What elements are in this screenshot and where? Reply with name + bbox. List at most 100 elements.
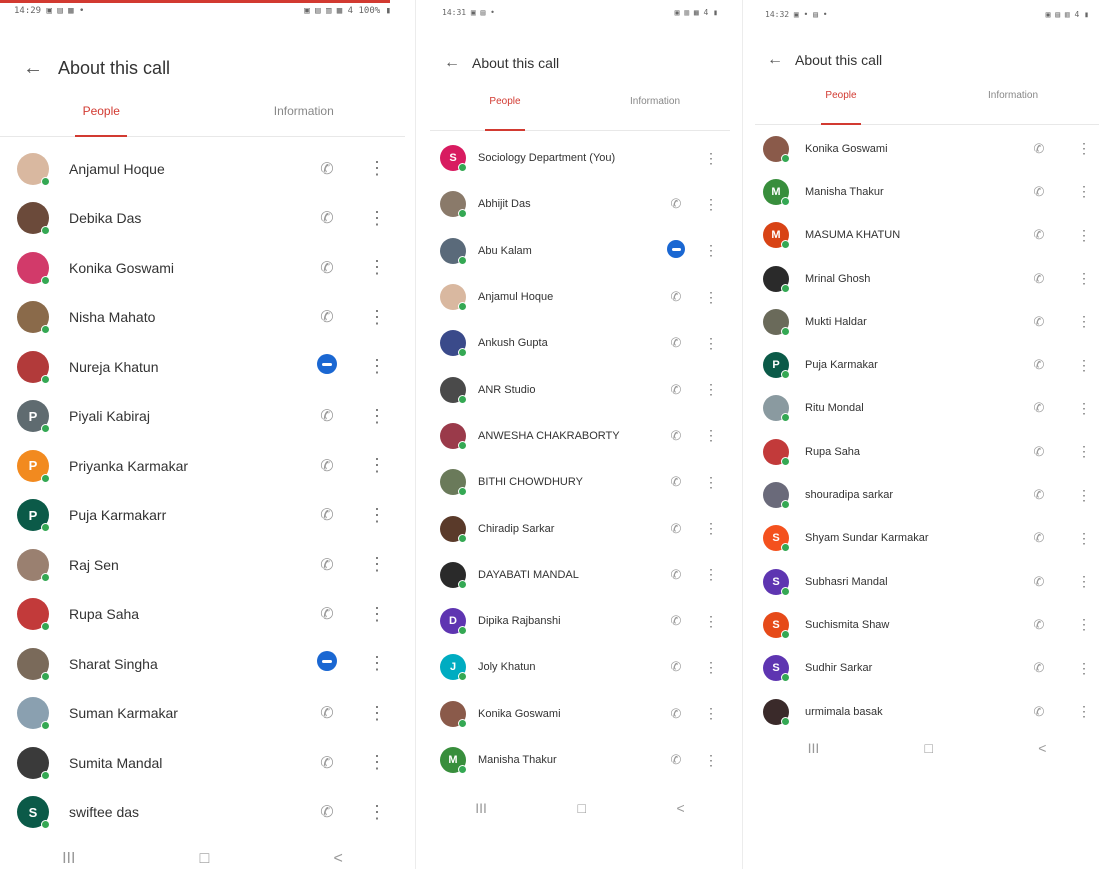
phone-off-icon[interactable]: ✆	[1009, 271, 1069, 287]
more-vert-icon[interactable]: ⋮	[696, 289, 726, 306]
more-vert-icon[interactable]: ⋮	[696, 752, 726, 769]
recent-apps-button[interactable]: III	[808, 740, 820, 756]
phone-off-icon[interactable]: ✆	[1009, 314, 1069, 330]
home-button[interactable]: □	[925, 740, 933, 756]
more-vert-icon[interactable]: ⋮	[357, 406, 397, 427]
more-vert-icon[interactable]: ⋮	[696, 566, 726, 583]
more-vert-icon[interactable]: ⋮	[696, 196, 726, 213]
more-vert-icon[interactable]: ⋮	[696, 427, 726, 444]
more-vert-icon[interactable]: ⋮	[696, 474, 726, 491]
more-vert-icon[interactable]: ⋮	[1069, 530, 1099, 547]
more-vert-icon[interactable]: ⋮	[1069, 357, 1099, 374]
phone-off-icon[interactable]: ✆	[297, 505, 357, 525]
participant-row[interactable]: urmimala basak ✆ ⋮	[755, 690, 1099, 733]
more-vert-icon[interactable]: ⋮	[357, 752, 397, 773]
phone-off-icon[interactable]: ✆	[656, 196, 696, 212]
participant-row[interactable]: Sumita Mandal ✆ ⋮	[0, 738, 405, 788]
more-vert-icon[interactable]: ⋮	[357, 604, 397, 625]
phone-off-icon[interactable]: ✆	[1009, 357, 1069, 373]
participant-row[interactable]: DAYABATI MANDAL ✆ ⋮	[430, 552, 730, 598]
more-vert-icon[interactable]: ⋮	[1069, 270, 1099, 287]
more-vert-icon[interactable]: ⋮	[357, 505, 397, 526]
phone-off-icon[interactable]: ✆	[297, 307, 357, 327]
more-vert-icon[interactable]: ⋮	[1069, 140, 1099, 157]
more-vert-icon[interactable]: ⋮	[357, 307, 397, 328]
participant-row[interactable]: M MASUMA KHATUN ✆ ⋮	[755, 214, 1099, 257]
participant-row[interactable]: Konika Goswami ✆ ⋮	[430, 691, 730, 737]
phone-off-icon[interactable]: ✆	[297, 555, 357, 575]
phone-off-icon[interactable]: ✆	[1009, 487, 1069, 503]
phone-off-icon[interactable]: ✆	[1009, 400, 1069, 416]
recent-apps-button[interactable]: III	[62, 850, 75, 868]
more-vert-icon[interactable]: ⋮	[1069, 616, 1099, 633]
more-vert-icon[interactable]: ⋮	[357, 802, 397, 823]
phone-off-icon[interactable]: ✆	[297, 802, 357, 822]
phone-off-icon[interactable]: ✆	[297, 406, 357, 426]
phone-off-icon[interactable]: ✆	[297, 456, 357, 476]
tab-information[interactable]: Information	[580, 96, 730, 130]
participant-row[interactable]: P Puja Karmakarr ✆ ⋮	[0, 491, 405, 541]
more-vert-icon[interactable]: ⋮	[696, 242, 726, 259]
more-vert-icon[interactable]: ⋮	[696, 659, 726, 676]
participant-row[interactable]: Raj Sen ✆ ⋮	[0, 540, 405, 590]
participant-row[interactable]: shouradipa sarkar ✆ ⋮	[755, 473, 1099, 516]
more-vert-icon[interactable]: ⋮	[696, 520, 726, 537]
phone-off-icon[interactable]: ✆	[656, 567, 696, 583]
recent-apps-button[interactable]: III	[475, 800, 487, 816]
more-vert-icon[interactable]: ⋮	[1069, 227, 1099, 244]
phone-off-icon[interactable]: ✆	[656, 521, 696, 537]
participant-row[interactable]: P Puja Karmakar ✆ ⋮	[755, 343, 1099, 386]
phone-off-icon[interactable]: ✆	[1009, 530, 1069, 546]
phone-off-icon[interactable]: ✆	[1009, 444, 1069, 460]
participant-row[interactable]: Ankush Gupta ✆ ⋮	[430, 320, 730, 366]
participant-row[interactable]: Sharat Singha ⋮	[0, 639, 405, 689]
phone-off-icon[interactable]: ✆	[656, 659, 696, 675]
participant-row[interactable]: Mrinal Ghosh ✆ ⋮	[755, 257, 1099, 300]
more-vert-icon[interactable]: ⋮	[357, 554, 397, 575]
more-vert-icon[interactable]: ⋮	[357, 158, 397, 179]
arrow-left-icon[interactable]: ←	[432, 54, 472, 72]
home-button[interactable]: □	[200, 850, 210, 868]
back-button[interactable]: <	[677, 800, 685, 816]
phone-off-icon[interactable]: ✆	[656, 289, 696, 305]
meet-icon[interactable]	[297, 354, 357, 379]
more-vert-icon[interactable]: ⋮	[696, 150, 726, 167]
more-vert-icon[interactable]: ⋮	[1069, 660, 1099, 677]
phone-off-icon[interactable]: ✆	[297, 753, 357, 773]
more-vert-icon[interactable]: ⋮	[1069, 313, 1099, 330]
phone-off-icon[interactable]: ✆	[1009, 227, 1069, 243]
tab-information[interactable]: Information	[927, 90, 1099, 124]
phone-off-icon[interactable]: ✆	[656, 382, 696, 398]
more-vert-icon[interactable]: ⋮	[1069, 443, 1099, 460]
phone-off-icon[interactable]: ✆	[1009, 574, 1069, 590]
more-vert-icon[interactable]: ⋮	[696, 335, 726, 352]
participant-row[interactable]: S Sociology Department (You) ⋮	[430, 135, 730, 181]
phone-off-icon[interactable]: ✆	[656, 613, 696, 629]
tab-people[interactable]: People	[755, 90, 927, 124]
participant-row[interactable]: Abhijit Das ✆ ⋮	[430, 181, 730, 227]
participant-row[interactable]: ANR Studio ✆ ⋮	[430, 366, 730, 412]
phone-off-icon[interactable]: ✆	[1009, 617, 1069, 633]
participant-row[interactable]: J Joly Khatun ✆ ⋮	[430, 644, 730, 690]
participant-row[interactable]: BITHI CHOWDHURY ✆ ⋮	[430, 459, 730, 505]
participant-row[interactable]: Chiradip Sarkar ✆ ⋮	[430, 505, 730, 551]
phone-off-icon[interactable]: ✆	[297, 159, 357, 179]
phone-off-icon[interactable]: ✆	[656, 474, 696, 490]
more-vert-icon[interactable]: ⋮	[1069, 487, 1099, 504]
meet-icon[interactable]	[297, 651, 357, 676]
more-vert-icon[interactable]: ⋮	[1069, 573, 1099, 590]
participant-row[interactable]: Konika Goswami ✆ ⋮	[755, 127, 1099, 170]
more-vert-icon[interactable]: ⋮	[357, 653, 397, 674]
phone-off-icon[interactable]: ✆	[1009, 141, 1069, 157]
phone-off-icon[interactable]: ✆	[656, 335, 696, 351]
tab-people[interactable]: People	[0, 104, 203, 136]
more-vert-icon[interactable]: ⋮	[696, 613, 726, 630]
participant-row[interactable]: S Sudhir Sarkar ✆ ⋮	[755, 647, 1099, 690]
more-vert-icon[interactable]: ⋮	[1069, 183, 1099, 200]
participant-row[interactable]: Anjamul Hoque ✆ ⋮	[430, 274, 730, 320]
participant-row[interactable]: M Manisha Thakur ✆ ⋮	[755, 170, 1099, 213]
back-button[interactable]: <	[1038, 740, 1046, 756]
more-vert-icon[interactable]: ⋮	[696, 381, 726, 398]
participant-row[interactable]: Nureja Khatun ⋮	[0, 342, 405, 392]
participant-row[interactable]: Sswiftee das ✆ ⋮	[0, 788, 405, 838]
